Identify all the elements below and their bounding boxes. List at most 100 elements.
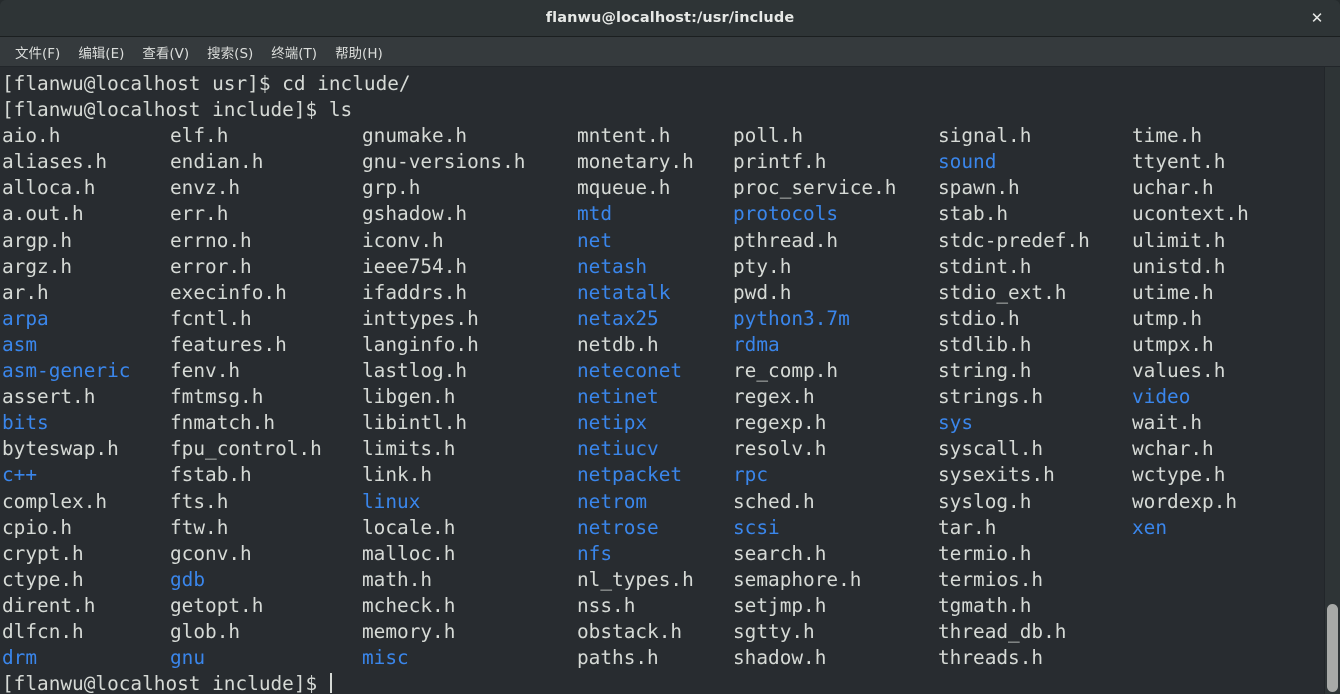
ls-entry-directory: net	[577, 228, 613, 252]
ls-cell: mntent.h	[577, 123, 733, 149]
ls-entry-directory: netrose	[577, 515, 659, 539]
ls-entry-file: poll.h	[733, 124, 804, 148]
close-icon[interactable]: ✕	[1304, 5, 1330, 31]
menu-item-view[interactable]: 查看(V)	[133, 39, 198, 65]
ls-cell: ttyent.h	[1132, 149, 1340, 175]
ls-entry-directory: sys	[938, 411, 974, 435]
ls-cell: argz.h	[2, 254, 170, 280]
ls-cell: argp.h	[2, 228, 170, 254]
ls-cell: netax25	[577, 306, 733, 332]
ls-entry-file: libgen.h	[362, 385, 456, 409]
ls-cell: protocols	[733, 201, 938, 227]
ls-cell: monetary.h	[577, 149, 733, 175]
menu-item-search[interactable]: 搜索(S)	[198, 39, 262, 65]
ls-cell: wait.h	[1132, 410, 1340, 436]
ls-cell: printf.h	[733, 149, 938, 175]
ls-cell: gnu-versions.h	[362, 149, 577, 175]
ls-entry-file: wchar.h	[1132, 437, 1214, 461]
ls-entry-file: aio.h	[2, 124, 61, 148]
ls-cell: syscall.h	[938, 436, 1132, 462]
ls-cell: netpacket	[577, 462, 733, 488]
ls-cell: utime.h	[1132, 280, 1340, 306]
ls-entry-file: signal.h	[938, 124, 1032, 148]
ls-entry-file: gconv.h	[170, 541, 252, 565]
ls-entry-directory: rpc	[733, 463, 769, 487]
ls-cell: memory.h	[362, 619, 577, 645]
ls-cell: aio.h	[2, 123, 170, 149]
terminal-scrollbar[interactable]	[1324, 67, 1340, 694]
ls-cell: asm	[2, 332, 170, 358]
ls-entry-file: pthread.h	[733, 228, 839, 252]
ls-cell: mtd	[577, 201, 733, 227]
ls-entry-file: nl_types.h	[577, 567, 694, 591]
ls-entry-file: ttyent.h	[1132, 150, 1226, 174]
ls-cell: unistd.h	[1132, 254, 1340, 280]
ls-cell: fpu_control.h	[170, 436, 362, 462]
ls-cell: spawn.h	[938, 175, 1132, 201]
ls-entry-file: stdlib.h	[938, 332, 1032, 356]
ls-entry-file: ulimit.h	[1132, 228, 1226, 252]
ls-entry-file: sched.h	[733, 489, 815, 513]
ls-cell: alloca.h	[2, 175, 170, 201]
ls-cell: mqueue.h	[577, 175, 733, 201]
ls-entry-file: utmpx.h	[1132, 332, 1214, 356]
ls-cell: netipx	[577, 410, 733, 436]
ls-entry-directory: xen	[1132, 515, 1168, 539]
ls-entry-file: pwd.h	[733, 280, 792, 304]
ls-entry-file: ar.h	[2, 280, 49, 304]
ls-cell: fstab.h	[170, 462, 362, 488]
ls-cell: langinfo.h	[362, 332, 577, 358]
ls-entry-file: stdio.h	[938, 306, 1020, 330]
terminal-viewport[interactable]: [flanwu@localhost usr]$ cd include/ [flan…	[0, 67, 1340, 694]
ls-cell: stdint.h	[938, 254, 1132, 280]
ls-entry-directory: misc	[362, 646, 409, 670]
ls-cell: uchar.h	[1132, 175, 1340, 201]
ls-cell: iconv.h	[362, 228, 577, 254]
ls-cell: wctype.h	[1132, 462, 1340, 488]
ls-entry-file: cpio.h	[2, 515, 73, 539]
ls-entry-file: mqueue.h	[577, 176, 671, 200]
menu-item-terminal[interactable]: 终端(T)	[262, 39, 326, 65]
ls-cell: python3.7m	[733, 306, 938, 332]
ls-entry-file: search.h	[733, 541, 827, 565]
ls-cell: locale.h	[362, 515, 577, 541]
ls-cell: libgen.h	[362, 384, 577, 410]
menu-item-file[interactable]: 文件(F)	[6, 39, 69, 65]
ls-cell: net	[577, 228, 733, 254]
menu-bar: 文件(F) 编辑(E) 查看(V) 搜索(S) 终端(T) 帮助(H)	[0, 37, 1340, 67]
ls-cell: netrom	[577, 489, 733, 515]
ls-cell: sgtty.h	[733, 619, 938, 645]
ls-entry-file: strings.h	[938, 385, 1044, 409]
scrollbar-thumb[interactable]	[1327, 604, 1338, 692]
ls-entry-file: syscall.h	[938, 437, 1044, 461]
ls-cell: values.h	[1132, 358, 1340, 384]
ls-entry-file: langinfo.h	[362, 332, 479, 356]
ls-entry-file: proc_service.h	[733, 176, 897, 200]
ls-entry-file: fcntl.h	[170, 306, 252, 330]
ls-cell: netatalk	[577, 280, 733, 306]
ls-cell: byteswap.h	[2, 436, 170, 462]
ls-entry-directory: netax25	[577, 306, 659, 330]
ls-cell: signal.h	[938, 123, 1132, 149]
ls-entry-directory: netiucv	[577, 437, 659, 461]
terminal-history-line: [flanwu@localhost include]$ ls	[2, 98, 353, 122]
ls-entry-file: fmtmsg.h	[170, 385, 264, 409]
ls-cell: endian.h	[170, 149, 362, 175]
ls-cell: linux	[362, 489, 577, 515]
ls-cell: envz.h	[170, 175, 362, 201]
ls-entry-directory: gdb	[170, 567, 206, 591]
ls-entry-file: iconv.h	[362, 228, 444, 252]
ls-cell: syslog.h	[938, 489, 1132, 515]
ls-entry-file: memory.h	[362, 619, 456, 643]
ls-entry-file: lastlog.h	[362, 359, 468, 383]
menu-item-edit[interactable]: 编辑(E)	[69, 39, 133, 65]
terminal-output: [flanwu@localhost usr]$ cd include/ [flan…	[0, 67, 1340, 694]
terminal-prompt-line: [flanwu@localhost include]$	[2, 671, 1340, 694]
ls-cell: netiucv	[577, 436, 733, 462]
ls-entry-file: limits.h	[362, 437, 456, 461]
menu-item-help[interactable]: 帮助(H)	[326, 39, 392, 65]
ls-cell: search.h	[733, 541, 938, 567]
ls-entry-file: gshadow.h	[362, 202, 468, 226]
ls-cell: math.h	[362, 567, 577, 593]
ls-entry-file: malloc.h	[362, 541, 456, 565]
